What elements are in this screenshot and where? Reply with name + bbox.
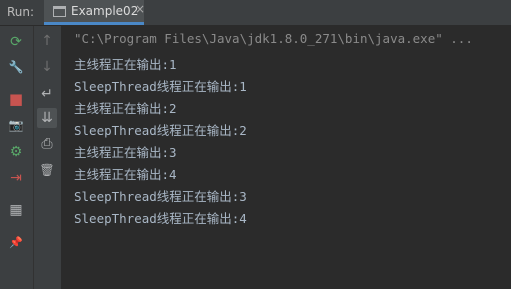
console-output[interactable]: "C:\Program Files\Java\jdk1.8.0_271\bin\… (62, 26, 511, 289)
output-line: 主线程正在输出:2 (74, 101, 177, 116)
console-toolbar: ↑ ↓ ↵ ⇊ ⎙ 🗑 (34, 26, 62, 289)
layout-icon[interactable]: ▦ (6, 200, 26, 220)
run-config-icon (53, 6, 66, 17)
output-line: 主线程正在输出:3 (74, 145, 177, 160)
soft-wrap-icon[interactable]: ↵ (37, 84, 57, 104)
trash-icon[interactable]: 🗑 (37, 160, 57, 180)
wrench-icon[interactable]: 🔧 (6, 57, 26, 77)
close-icon[interactable]: × (135, 2, 145, 16)
output-line: SleepThread线程正在输出:2 (74, 123, 247, 138)
output-line: SleepThread线程正在输出:4 (74, 211, 247, 226)
run-toolwindow-header: Run: Example02 × (0, 0, 511, 26)
left-toolbar: ⟳ 🔧 ■ 📷 ⚙ ⇥ ▦ 📌 (0, 26, 34, 289)
debug-icon[interactable]: ⚙ (6, 142, 26, 162)
command-line: "C:\Program Files\Java\jdk1.8.0_271\bin\… (74, 31, 473, 46)
print-icon[interactable]: ⎙ (37, 134, 57, 154)
rerun-icon[interactable]: ⟳ (6, 32, 26, 52)
output-line: SleepThread线程正在输出:1 (74, 79, 247, 94)
up-arrow-icon[interactable]: ↑ (37, 31, 57, 51)
scroll-to-end-icon[interactable]: ⇊ (37, 108, 57, 128)
output-line: SleepThread线程正在输出:3 (74, 189, 247, 204)
output-line: 主线程正在输出:4 (74, 167, 177, 182)
exit-icon[interactable]: ⇥ (6, 168, 26, 188)
tab-example02[interactable]: Example02 × (44, 0, 145, 25)
stop-icon[interactable]: ■ (6, 89, 26, 109)
tab-label: Example02 (71, 4, 139, 18)
output-line: 主线程正在输出:1 (74, 57, 177, 72)
pin-icon[interactable]: 📌 (6, 232, 26, 252)
camera-icon[interactable]: 📷 (6, 115, 26, 135)
down-arrow-icon[interactable]: ↓ (37, 57, 57, 77)
run-label: Run: (7, 5, 35, 19)
